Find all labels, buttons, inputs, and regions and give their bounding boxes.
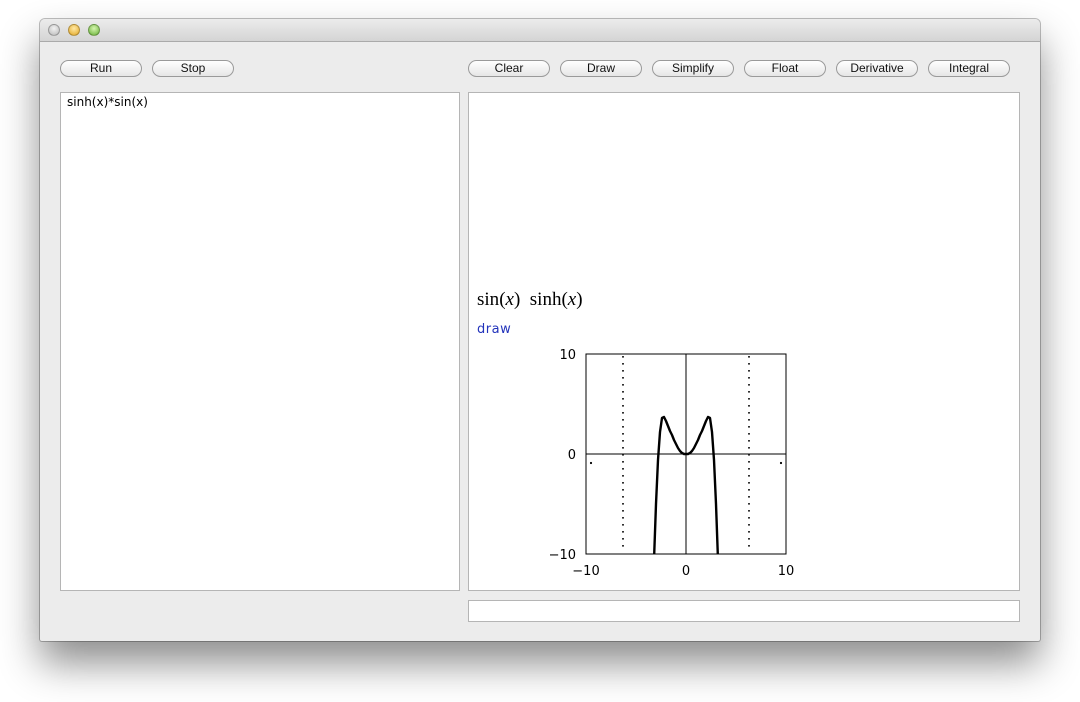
- command-echo: draw: [477, 322, 512, 337]
- x-tick-label: −10: [572, 564, 599, 577]
- result-expression: sin(x) sinh(x): [477, 289, 583, 310]
- output-pane: sin(x) sinh(x) draw 10 0 −10 −10 0 10: [468, 92, 1020, 591]
- stop-button[interactable]: Stop: [152, 60, 234, 77]
- simplify-button[interactable]: Simplify: [652, 60, 734, 77]
- run-button[interactable]: Run: [60, 60, 142, 77]
- x-tick-label: 10: [778, 564, 795, 577]
- y-tick-label: 0: [568, 448, 576, 463]
- integral-button[interactable]: Integral: [928, 60, 1010, 77]
- function-plot: 10 0 −10−10 0 10: [549, 348, 795, 577]
- result-func-2: sinh: [529, 289, 562, 310]
- draw-button[interactable]: Draw: [560, 60, 642, 77]
- result-func-1: sin: [477, 289, 500, 310]
- status-input[interactable]: [468, 600, 1020, 622]
- title-bar: [40, 19, 1040, 42]
- float-button[interactable]: Float: [744, 60, 826, 77]
- derivative-button[interactable]: Derivative: [836, 60, 918, 77]
- result-var-1: x: [505, 289, 514, 310]
- zoom-icon[interactable]: [88, 24, 100, 36]
- minimize-icon[interactable]: [68, 24, 80, 36]
- app-window: Run Stop Clear Draw Simplify Float Deriv…: [40, 19, 1040, 641]
- editor-text[interactable]: sinh(x)*sin(x): [67, 95, 148, 109]
- stray-point-1: [779, 461, 783, 465]
- y-tick-label: 10: [559, 348, 576, 363]
- close-icon[interactable]: [48, 24, 60, 36]
- script-editor[interactable]: sinh(x)*sin(x): [60, 92, 460, 591]
- clear-button[interactable]: Clear: [468, 60, 550, 77]
- y-tick-label: −10: [549, 548, 576, 563]
- x-tick-label: 0: [682, 564, 690, 577]
- stray-point-0: [589, 461, 593, 465]
- result-var-2: x: [567, 289, 577, 310]
